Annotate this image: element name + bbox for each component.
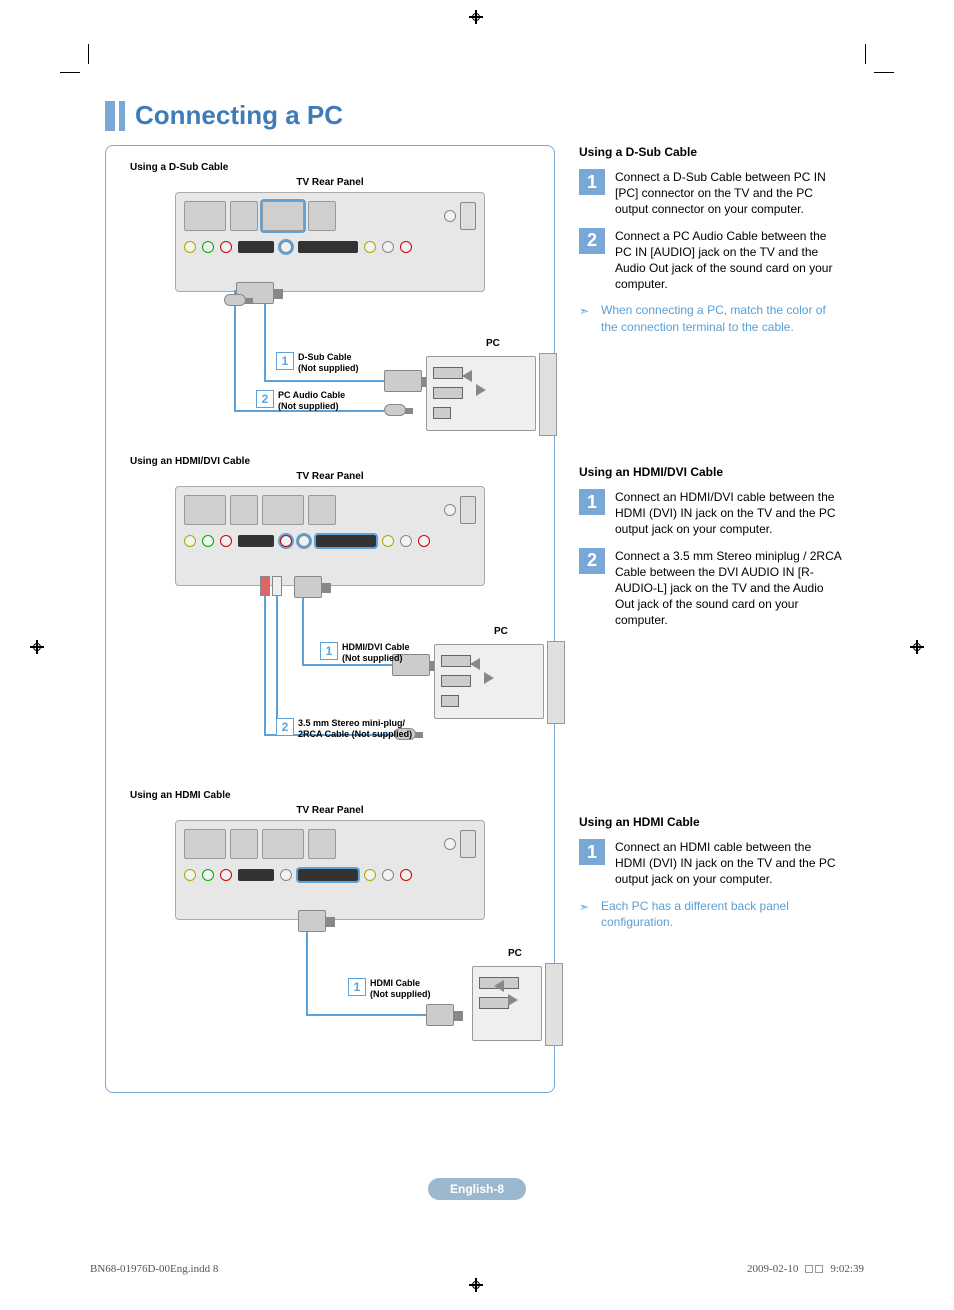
tv-rear-panel-graphic: [175, 192, 485, 292]
note-arrow-icon: ➣: [579, 898, 593, 930]
cable-label: HDMI/DVI Cable (Not supplied): [342, 642, 410, 664]
placeholder-box-icon: [815, 1265, 823, 1273]
diagram-section-label: Using a D-Sub Cable: [130, 162, 544, 173]
title-accent-icon: [119, 101, 125, 131]
step-text: Connect an HDMI cable between the HDMI (…: [615, 839, 845, 888]
note: ➣ Each PC has a different back panel con…: [579, 898, 845, 930]
rear-panel-label: TV Rear Panel: [116, 471, 544, 482]
registration-mark: [469, 10, 483, 24]
bidirectional-arrow-icon: [494, 976, 518, 1010]
footer-file: BN68-01976D-00Eng.indd 8: [90, 1263, 218, 1275]
rear-panel-label: TV Rear Panel: [116, 805, 544, 816]
section-heading: Using an HDMI Cable: [579, 815, 845, 829]
cable-diagram: 1 HDMI Cable (Not supplied) PC: [116, 928, 544, 1078]
note-arrow-icon: ➣: [579, 302, 593, 334]
pc-label: PC: [486, 338, 500, 349]
cable-label: 3.5 mm Stereo mini-plug/ 2RCA Cable (Not…: [298, 718, 412, 740]
diagram-box: Using a D-Sub Cable TV Rear Panel: [105, 145, 555, 1093]
footer-date: 2009-02-10: [747, 1263, 798, 1275]
registration-mark: [910, 640, 924, 654]
bidirectional-arrow-icon: [470, 654, 494, 688]
step: 1 Connect a D-Sub Cable between PC IN [P…: [579, 169, 845, 218]
cable-label: HDMI Cable (Not supplied): [370, 978, 431, 1000]
page-title-bar: Connecting a PC: [105, 100, 845, 131]
step: 2 Connect a 3.5 mm Stereo miniplug / 2RC…: [579, 548, 845, 629]
step: 2 Connect a PC Audio Cable between the P…: [579, 228, 845, 293]
diagram-section-label: Using an HDMI Cable: [130, 790, 544, 801]
step-number-badge: 1: [579, 169, 605, 195]
cable-step-badge: 1: [320, 642, 338, 660]
step: 1 Connect an HDMI/DVI cable between the …: [579, 489, 845, 538]
section-heading: Using a D-Sub Cable: [579, 145, 845, 159]
instruction-section-hdmi-dvi: Using an HDMI/DVI Cable 1 Connect an HDM…: [579, 465, 845, 785]
registration-mark: [30, 640, 44, 654]
step-text: Connect a 3.5 mm Stereo miniplug / 2RCA …: [615, 548, 845, 629]
instruction-section-hdmi: Using an HDMI Cable 1 Connect an HDMI ca…: [579, 815, 845, 930]
tv-rear-panel-graphic: [175, 486, 485, 586]
step-text: Connect an HDMI/DVI cable between the HD…: [615, 489, 845, 538]
page-title: Connecting a PC: [135, 100, 343, 131]
tv-rear-panel-graphic: [175, 820, 485, 920]
note-text: Each PC has a different back panel confi…: [601, 898, 845, 930]
bidirectional-arrow-icon: [462, 366, 486, 400]
note-text: When connecting a PC, match the color of…: [601, 302, 845, 334]
pc-label: PC: [508, 948, 522, 959]
page-content: Connecting a PC Using a D-Sub Cable TV R…: [105, 100, 845, 1093]
instruction-section-dsub: Using a D-Sub Cable 1 Connect a D-Sub Ca…: [579, 145, 845, 435]
diagram-section-label: Using an HDMI/DVI Cable: [130, 456, 544, 467]
pc-label: PC: [494, 626, 508, 637]
rear-panel-label: TV Rear Panel: [116, 177, 544, 188]
title-accent-icon: [105, 101, 115, 131]
cable-label: PC Audio Cable (Not supplied): [278, 390, 345, 412]
step-number-badge: 2: [579, 548, 605, 574]
step-number-badge: 2: [579, 228, 605, 254]
crop-mark: [864, 44, 894, 74]
step-text: Connect a PC Audio Cable between the PC …: [615, 228, 845, 293]
placeholder-box-icon: [805, 1265, 813, 1273]
step-number-badge: 1: [579, 489, 605, 515]
section-heading: Using an HDMI/DVI Cable: [579, 465, 845, 479]
page-number-badge: English-8: [428, 1178, 526, 1200]
cable-step-badge: 2: [256, 390, 274, 408]
cable-diagram: 1 HDMI/DVI Cable (Not supplied) 2 3.5 mm…: [116, 594, 544, 784]
footer-time: 9:02:39: [830, 1263, 864, 1275]
cable-diagram: 1 D-Sub Cable (Not supplied) 2 PC Audio …: [116, 300, 544, 450]
instructions-column: Using a D-Sub Cable 1 Connect a D-Sub Ca…: [579, 145, 845, 1093]
registration-mark: [469, 1278, 483, 1292]
step-number-badge: 1: [579, 839, 605, 865]
cable-step-badge: 1: [276, 352, 294, 370]
cable-step-badge: 2: [276, 718, 294, 736]
note: ➣ When connecting a PC, match the color …: [579, 302, 845, 334]
step: 1 Connect an HDMI cable between the HDMI…: [579, 839, 845, 888]
crop-mark: [60, 44, 90, 74]
cable-step-badge: 1: [348, 978, 366, 996]
print-footer: BN68-01976D-00Eng.indd 8 2009-02-10 9:02…: [90, 1263, 864, 1275]
cable-label: D-Sub Cable (Not supplied): [298, 352, 359, 374]
step-text: Connect a D-Sub Cable between PC IN [PC]…: [615, 169, 845, 218]
